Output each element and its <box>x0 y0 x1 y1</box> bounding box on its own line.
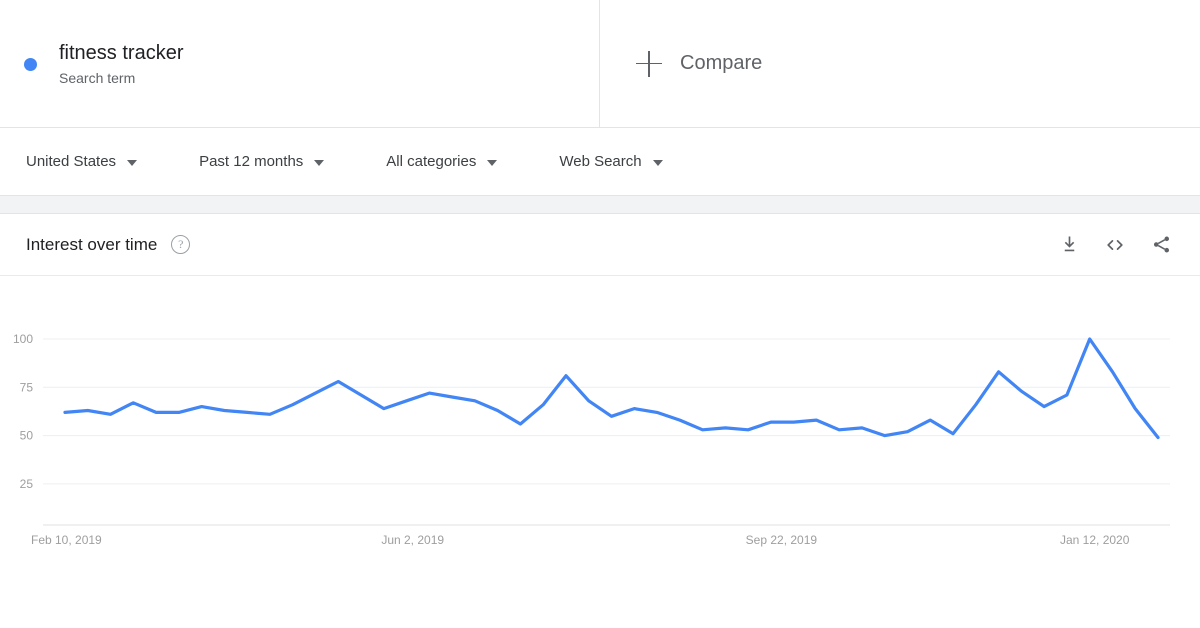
x-axis-tick-label: Jun 2, 2019 <box>381 533 444 547</box>
series-color-dot <box>24 58 37 71</box>
filter-search-type[interactable]: Web Search <box>559 152 663 172</box>
download-icon <box>1064 236 1074 252</box>
filter-location[interactable]: United States <box>26 152 138 172</box>
x-axis-tick-label: Feb 10, 2019 <box>31 533 102 547</box>
compare-label: Compare <box>680 52 763 74</box>
chevron-down-icon <box>487 159 498 166</box>
add-compare-button[interactable]: Compare <box>624 50 763 77</box>
y-axis-tick-label: 50 <box>20 429 34 443</box>
card-header: Interest over time ? <box>0 214 1200 276</box>
help-icon[interactable]: ? <box>171 235 191 254</box>
search-term-title: fitness tracker <box>59 41 184 64</box>
x-axis-tick-label: Jan 12, 2020 <box>1060 533 1130 547</box>
share-button[interactable] <box>1144 228 1178 262</box>
filter-location-label: United States <box>26 152 117 170</box>
filter-category[interactable]: All categories <box>386 152 498 172</box>
chevron-down-icon <box>127 159 138 166</box>
embed-button[interactable] <box>1098 228 1132 262</box>
trend-line[interactable] <box>63 337 1160 440</box>
filter-time-range[interactable]: Past 12 months <box>199 152 325 172</box>
y-axis-tick-label: 25 <box>20 477 34 491</box>
chart-container: 100 75 50 25 Feb 10, 2019 Jun 2, 2019 Sep 22, … <box>0 276 1200 606</box>
share-icon <box>1153 236 1169 253</box>
filter-time-range-label: Past 12 months <box>199 152 304 170</box>
interest-over-time-card: Interest over time ? 100 75 50 25 Feb 10… <box>0 214 1200 606</box>
section-separator <box>0 195 1200 214</box>
plus-icon <box>636 50 662 77</box>
search-term-type: Search term <box>59 69 136 86</box>
page-title: Interest over time <box>26 234 158 254</box>
embed-icon <box>1107 239 1123 250</box>
filter-bar: United States Past 12 months All categor… <box>0 128 1200 195</box>
search-terms-bar: fitness tracker Search term Compare <box>0 0 1200 128</box>
compare-card[interactable]: Compare <box>600 0 1200 127</box>
chevron-down-icon <box>652 159 663 166</box>
y-axis-tick-label: 75 <box>20 380 34 394</box>
search-term-card[interactable]: fitness tracker Search term <box>0 0 600 127</box>
chevron-down-icon <box>314 159 325 166</box>
x-axis-tick-label: Sep 22, 2019 <box>746 533 818 547</box>
download-button[interactable] <box>1052 228 1086 262</box>
filter-category-label: All categories <box>386 152 477 170</box>
interest-over-time-chart[interactable]: 100 75 50 25 Feb 10, 2019 Jun 2, 2019 Sep 22, … <box>0 276 1200 606</box>
y-axis-tick-label: 100 <box>13 332 33 346</box>
filter-search-type-label: Web Search <box>559 152 642 170</box>
